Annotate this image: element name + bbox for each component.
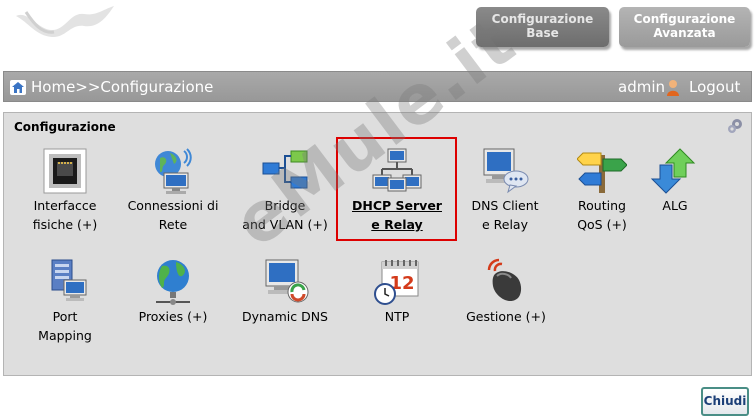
header-bar: Home>>Configurazione admin Logout — [3, 71, 752, 102]
routing-signpost-icon — [577, 152, 627, 193]
item-label-1: Port — [52, 309, 78, 324]
dns-client-icon — [483, 148, 529, 194]
alg-arrows-icon — [650, 148, 696, 194]
bridge-vlan-icon — [262, 150, 308, 189]
advanced-config-button[interactable]: Configurazione Avanzata — [619, 7, 750, 47]
item-port-mapping[interactable]: Port Mapping — [22, 258, 108, 344]
port-mapping-icon — [51, 259, 87, 301]
item-label-1: Routing — [578, 198, 626, 213]
ethernet-port-icon — [43, 148, 87, 194]
item-label-2: and VLAN (+) — [242, 217, 328, 232]
base-config-button[interactable]: Configurazione Base — [476, 7, 609, 47]
management-mouse-icon — [487, 258, 522, 302]
advanced-config-label-2: Avanzata — [653, 26, 716, 40]
proxy-globe-icon — [156, 260, 190, 305]
item-dynamic-dns[interactable]: Dynamic DNS — [236, 258, 334, 325]
advanced-config-label-1: Configurazione — [633, 12, 736, 26]
item-label-1: Gestione (+) — [466, 309, 546, 324]
panel-title: Configurazione — [14, 120, 116, 134]
username-label: admin — [618, 78, 665, 96]
item-label-2: Rete — [158, 217, 188, 232]
base-config-label-2: Base — [526, 26, 559, 40]
item-label-1: Interfacce — [33, 198, 97, 213]
item-label-2: QoS (+) — [577, 217, 627, 232]
item-label-1: NTP — [384, 309, 410, 324]
item-ntp[interactable]: 12 NTP — [360, 258, 434, 325]
selection-highlight — [336, 137, 457, 241]
network-globe-icon — [155, 148, 192, 194]
item-label-1: ALG — [662, 198, 688, 213]
breadcrumb[interactable]: Home>>Configurazione — [31, 78, 213, 96]
item-connessioni-di-rete[interactable]: Connessioni di Rete — [121, 147, 225, 233]
item-label-1: Bridge — [264, 198, 306, 213]
user-icon — [667, 80, 679, 96]
home-icon[interactable] — [10, 80, 26, 95]
item-label-1: Connessioni di — [127, 198, 219, 213]
close-button[interactable]: Chiudi — [701, 387, 749, 416]
item-dns-client-relay[interactable]: DNS Client e Relay — [462, 147, 548, 233]
item-label-2: e Relay — [481, 217, 528, 232]
item-gestione[interactable]: Gestione (+) — [458, 258, 554, 325]
item-alg[interactable]: ALG — [646, 147, 704, 214]
gears-icon[interactable] — [726, 117, 744, 135]
logout-link[interactable]: Logout — [689, 78, 740, 96]
item-bridge-and-vlan[interactable]: Bridge and VLAN (+) — [237, 147, 333, 233]
base-config-label-1: Configurazione — [491, 12, 594, 26]
item-label-2: fisiche (+) — [32, 217, 98, 232]
dynamic-dns-icon — [265, 259, 309, 303]
ntp-calendar-clock-icon: 12 — [374, 260, 419, 305]
item-routing-qos[interactable]: Routing QoS (+) — [566, 147, 638, 233]
item-interfacce-fisiche[interactable]: Interfacce fisiche (+) — [22, 147, 108, 233]
brand-logo — [16, 6, 114, 38]
item-label-1: Dynamic DNS — [241, 309, 328, 324]
item-proxies[interactable]: Proxies (+) — [128, 258, 218, 325]
item-label-2: Mapping — [38, 328, 92, 343]
item-label-1: Proxies (+) — [138, 309, 208, 324]
item-label-1: DNS Client — [471, 198, 539, 213]
